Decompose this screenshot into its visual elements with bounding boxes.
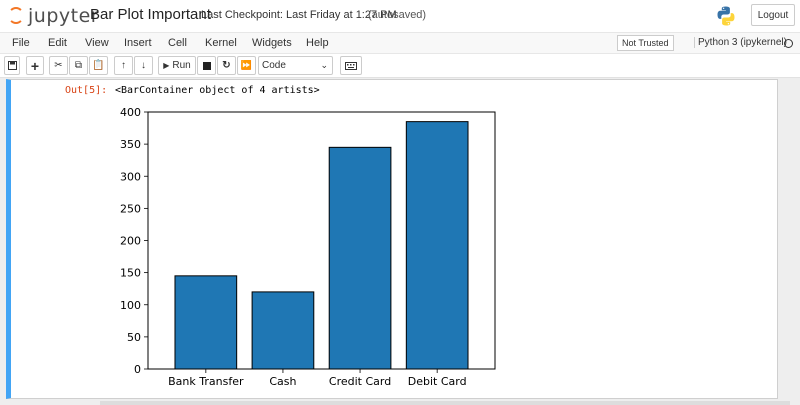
cut-button[interactable]: ✂ (49, 56, 68, 75)
menubar: File Edit View Insert Cell Kernel Widget… (0, 32, 800, 54)
y-tick-label: 50 (127, 331, 141, 344)
y-tick-label: 0 (134, 363, 141, 376)
scissors-icon: ✂ (54, 60, 63, 71)
restart-button[interactable]: ↻ (217, 56, 236, 75)
y-tick-label: 400 (120, 107, 141, 119)
cell-type-value: Code (262, 60, 286, 71)
menu-insert[interactable]: Insert (124, 37, 152, 49)
y-tick-label: 100 (120, 299, 141, 312)
copy-button[interactable]: ⧉ (69, 56, 88, 75)
menu-file[interactable]: File (12, 37, 30, 49)
toolbar: + ✂ ⧉ 📋 ↑ ↓ ▶ Run ↻ ⏩ Code ⌄ (0, 54, 800, 78)
play-icon: ▶ (163, 61, 170, 70)
y-tick-label: 350 (120, 138, 141, 151)
x-tick-label: Credit Card (329, 375, 391, 388)
jupyter-logo[interactable]: jupyter (6, 4, 99, 28)
x-tick-label: Debit Card (408, 375, 467, 388)
logo-text: jupyter (28, 5, 100, 27)
menu-cell[interactable]: Cell (168, 37, 187, 49)
fast-forward-icon: ⏩ (240, 60, 253, 70)
output-text: <BarContainer object of 4 artists> (115, 85, 320, 96)
bar (328, 146, 392, 370)
save-button[interactable] (4, 56, 20, 75)
command-palette-button[interactable] (340, 56, 362, 75)
autosave-status: (autosaved) (368, 9, 427, 21)
header: jupyter Bar Plot Important Last Checkpoi… (0, 0, 800, 32)
cell-type-select[interactable]: Code ⌄ (258, 56, 333, 75)
output-prompt: Out[5]: (65, 85, 108, 96)
kernel-name: Python 3 (ipykernel) (694, 37, 787, 48)
menu-widgets[interactable]: Widgets (252, 37, 292, 49)
interrupt-button[interactable] (197, 56, 216, 75)
move-up-button[interactable]: ↑ (114, 56, 133, 75)
menu-view[interactable]: View (85, 37, 109, 49)
restart-icon: ↻ (222, 60, 231, 71)
menu-edit[interactable]: Edit (48, 37, 67, 49)
menu-help[interactable]: Help (306, 37, 329, 49)
menu-kernel[interactable]: Kernel (205, 37, 237, 49)
restart-run-all-button[interactable]: ⏩ (237, 56, 256, 75)
kernel-idle-icon (784, 39, 793, 48)
plus-icon: + (30, 57, 40, 74)
python-icon (717, 6, 735, 26)
run-button[interactable]: ▶ Run (158, 56, 196, 75)
x-tick-label: Bank Transfer (168, 375, 244, 388)
horizontal-scrollbar[interactable] (100, 401, 790, 405)
bar (251, 291, 315, 370)
arrow-down-icon: ↓ (141, 60, 146, 71)
x-tick-label: Cash (269, 375, 296, 388)
run-label: Run (172, 60, 191, 71)
stop-icon (202, 61, 211, 70)
paste-icon: 📋 (92, 60, 105, 71)
output-cell[interactable]: Out[5]: <BarContainer object of 4 artist… (6, 79, 778, 399)
copy-icon: ⧉ (74, 60, 83, 71)
keyboard-icon (345, 61, 357, 70)
paste-button[interactable]: 📋 (89, 56, 108, 75)
insert-cell-button[interactable]: + (26, 56, 44, 75)
bar (174, 275, 238, 370)
notebook-area: Out[5]: <BarContainer object of 4 artist… (0, 79, 800, 405)
jupyter-logo-icon (8, 7, 24, 24)
bar-chart: Bank Transfer Cash Credit Card Debit Card 0 5… (120, 107, 496, 388)
trust-indicator[interactable]: Not Trusted (617, 35, 674, 51)
notebook-title[interactable]: Bar Plot Important (90, 6, 211, 23)
y-tick-label: 300 (120, 170, 141, 183)
y-tick-label: 250 (120, 202, 141, 215)
logout-button[interactable]: Logout (751, 4, 795, 26)
save-icon (7, 61, 17, 70)
bar (405, 121, 469, 370)
arrow-up-icon: ↑ (121, 60, 126, 71)
move-down-button[interactable]: ↓ (134, 56, 153, 75)
chevron-down-icon: ⌄ (320, 60, 328, 70)
y-tick-label: 200 (120, 235, 141, 248)
y-tick-label: 150 (120, 267, 141, 280)
